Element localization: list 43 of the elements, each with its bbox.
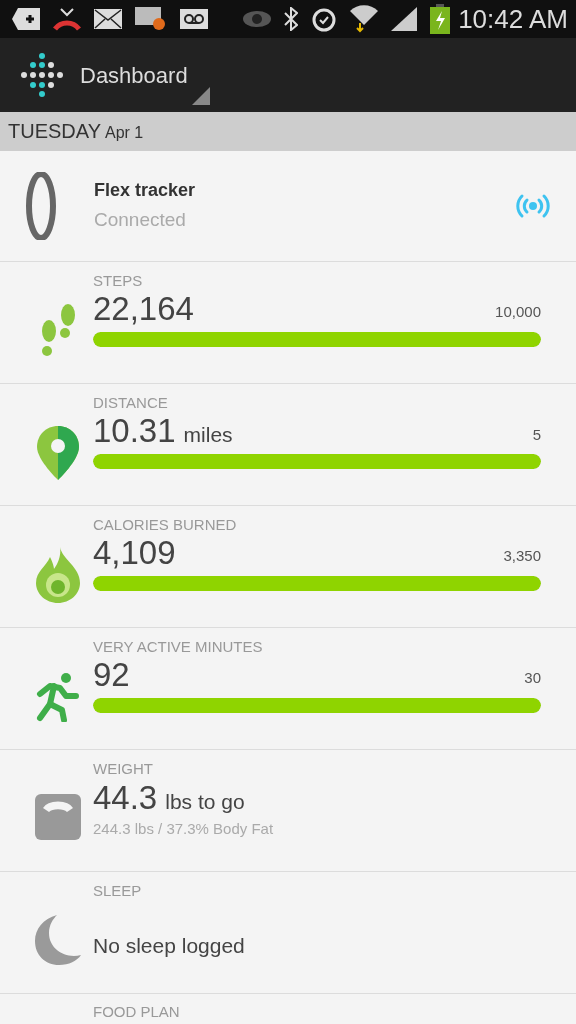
- tile-label: WEIGHT: [93, 760, 154, 778]
- tile-unit: miles: [183, 422, 233, 448]
- wifi-icon: [350, 5, 379, 34]
- tracker-name: Flex tracker: [94, 179, 197, 203]
- mail-sync-icon: [135, 7, 167, 32]
- missed-call-icon: [53, 7, 81, 32]
- tile-message: No sleep logged: [93, 933, 246, 959]
- dots-logo-icon[interactable]: [20, 53, 64, 98]
- scale-icon: [34, 794, 81, 841]
- goal-value: 30: [524, 668, 541, 689]
- signal-icon: [391, 7, 418, 32]
- tracker-status: Connected: [94, 208, 187, 233]
- tile-value: 92: [93, 656, 130, 694]
- weight-detail: 244.3 lbs / 37.3% Body Fat: [93, 819, 275, 839]
- tile-unit: lbs to go: [165, 789, 245, 815]
- corner-triangle-icon: [191, 87, 210, 106]
- date-day: TUESDAY: [8, 116, 101, 147]
- tile-value: 22,164: [93, 290, 194, 328]
- tile-label: VERY ACTIVE MINUTES: [93, 638, 264, 656]
- mail-icon: [94, 9, 122, 30]
- voicemail-icon: [180, 9, 208, 30]
- dashboard-dropdown[interactable]: Dashboard: [80, 45, 210, 106]
- tile-label: SLEEP: [93, 882, 143, 900]
- tile-label: CALORIES BURNED: [93, 516, 238, 534]
- tile-label: STEPS: [93, 272, 144, 290]
- tile-value: 4,109: [93, 534, 176, 572]
- tile-value: 10.31: [93, 412, 176, 450]
- wristband-icon: [26, 172, 56, 240]
- goal-value: 3,350: [503, 546, 541, 567]
- eye-icon: [243, 10, 272, 29]
- tile-label: DISTANCE: [93, 394, 169, 412]
- map-pin-icon: [36, 426, 79, 481]
- date-text: Apr 1: [105, 122, 144, 143]
- tile-label: FOOD PLAN: [93, 1003, 180, 1020]
- alarm-clock-icon: [311, 6, 338, 33]
- flame-icon: [35, 547, 80, 604]
- clock-time: 10:42 AM: [458, 4, 568, 35]
- moon-icon: [34, 915, 81, 966]
- goal-value: 10,000: [495, 302, 541, 323]
- bluetooth-icon: [284, 7, 299, 32]
- tag-plus-icon: [12, 8, 40, 31]
- tile-value: 44.3: [93, 778, 158, 818]
- goal-value: 5: [532, 425, 541, 445]
